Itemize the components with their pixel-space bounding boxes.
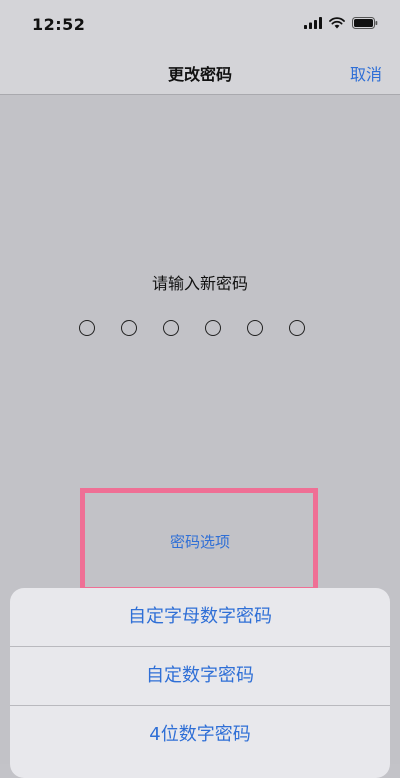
- status-time: 12:52: [32, 15, 86, 34]
- highlight-annotation-box: [80, 488, 318, 592]
- status-icons: [304, 17, 378, 29]
- battery-icon: [352, 17, 378, 29]
- passcode-dot: [205, 320, 221, 336]
- passcode-dots: [79, 320, 305, 336]
- passcode-type-action-sheet: 自定字母数字密码 自定数字密码 4位数字密码: [10, 588, 390, 778]
- custom-numeric-code-option[interactable]: 自定数字密码: [10, 646, 390, 705]
- passcode-change-screen: 12:52 更改密码 取消 请输入新密码 密码选项 自定字母数字密码 自定数字密…: [0, 0, 400, 778]
- four-digit-numeric-code-option[interactable]: 4位数字密码: [10, 705, 390, 764]
- passcode-dot: [79, 320, 95, 336]
- navigation-bar: 更改密码 取消: [0, 48, 400, 95]
- signal-icon: [304, 17, 322, 29]
- passcode-dot: [121, 320, 137, 336]
- passcode-dot: [289, 320, 305, 336]
- status-bar: 12:52: [0, 0, 400, 48]
- custom-alphanumeric-code-option[interactable]: 自定字母数字密码: [10, 588, 390, 646]
- enter-new-passcode-prompt: 请输入新密码: [151, 274, 248, 293]
- passcode-dot: [247, 320, 263, 336]
- passcode-dot: [163, 320, 179, 336]
- wifi-icon: [329, 17, 345, 29]
- cancel-button[interactable]: 取消: [350, 61, 382, 85]
- page-title: 更改密码: [167, 65, 232, 84]
